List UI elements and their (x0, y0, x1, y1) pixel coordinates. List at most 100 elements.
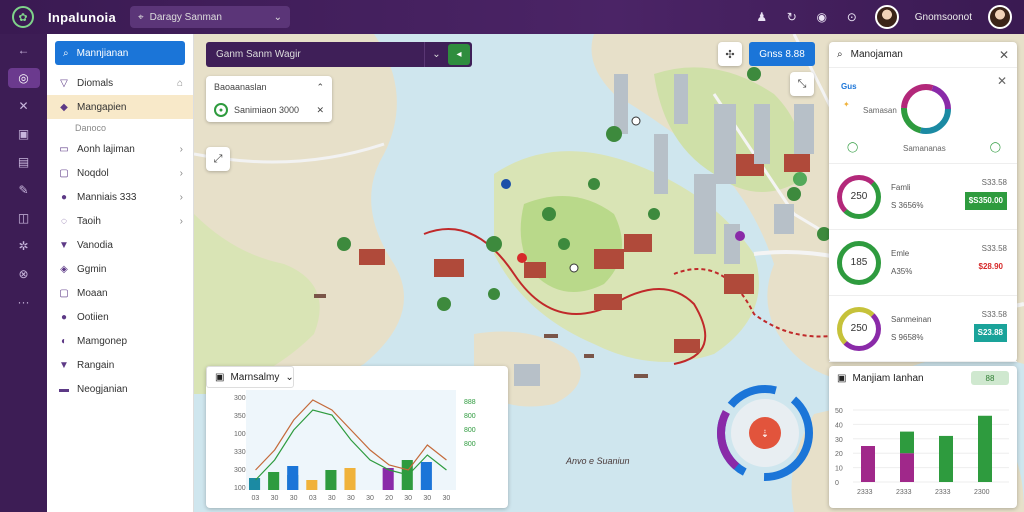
more-icon[interactable]: ··· (8, 292, 40, 312)
sidebar-item-icon: ◈ (60, 263, 68, 275)
y-tick-label: 100 (234, 485, 246, 492)
chart-bar (249, 478, 261, 490)
chart-dropdown[interactable]: ▣ Marnsalmy ⌄ (206, 366, 294, 388)
target-icon[interactable]: ⊗ (8, 264, 40, 284)
x-tick-label: 30 (366, 495, 374, 502)
sidebar-item[interactable]: ▼ Vanodia (47, 233, 193, 257)
sidebar-item-icon: ◐ (60, 335, 68, 347)
sidebar-item[interactable]: ◈ Ggmin (47, 257, 193, 281)
sidebar-item-icon: ● (60, 311, 68, 323)
route-value: Sanimiaon 3000 (234, 105, 300, 115)
route-card[interactable]: Baoaanaslan ⌃ ● Sanimiaon 3000 ✕ (206, 76, 332, 122)
sidebar-item[interactable]: ▬ Neogjanian (47, 377, 193, 401)
sidebar-item[interactable]: ▢ Moaan (47, 281, 193, 305)
back-arrow-icon[interactable]: ← (8, 40, 40, 60)
stat-ring-value: 250 (850, 191, 868, 202)
sidebar-item[interactable]: ▭ Aonh lajiman › (47, 137, 193, 161)
sidebar-item-label: Mamgonep (77, 335, 128, 347)
chevron-up-icon[interactable]: ⌃ (316, 82, 324, 93)
sidebar-item[interactable]: ◌ Taoih › (47, 209, 193, 233)
map-search-text: Ganm Sanm Wagir (216, 49, 301, 60)
close-icon[interactable]: ✕ (316, 105, 324, 116)
bell-icon[interactable]: ♟ (755, 10, 769, 24)
sidebar-item-icon: ▬ (59, 383, 69, 395)
close-icon[interactable]: ✕ (999, 48, 1009, 62)
sidebar-item-label: Moaan (77, 287, 108, 299)
sidebar-item-icon: ▼ (59, 359, 69, 371)
sidebar-item[interactable]: ◐ Mamgonep (47, 329, 193, 353)
traffic-chart-card: ▣ Marnsalmy ⌄ 300 350 100 330 300 100 03 30 30 03… (206, 366, 508, 508)
compass-dial[interactable]: ⇣ (716, 384, 814, 482)
sidebar-item[interactable]: ● Ootiien (47, 305, 193, 329)
y-tick-label: 300 (234, 467, 246, 474)
chart-bar (420, 462, 432, 490)
fullscreen-icon[interactable]: ⤡ (790, 72, 814, 96)
avatar-secondary[interactable] (988, 5, 1012, 29)
sidebar-item-icon: ● (60, 191, 68, 203)
map-place-label: Anvo e Suaniun (566, 456, 630, 466)
map-search-bar[interactable]: Ganm Sanm Wagir ⌄ ◂ (206, 42, 472, 67)
logo-icon[interactable]: ✿ (12, 6, 34, 28)
sidebar-item[interactable]: ▢ Noqdol › (47, 161, 193, 185)
sidebar-search[interactable]: ⌕ Mannjianan (55, 41, 185, 65)
x-tick-label: 2333 (935, 489, 951, 496)
avatar[interactable] (874, 5, 899, 29)
close-icon[interactable]: ✕ (997, 74, 1007, 88)
svg-text:⇣: ⇣ (761, 429, 769, 440)
map-action-button[interactable]: Gnss 8.88 (749, 42, 815, 66)
sidebar-item[interactable]: ◆ Mangapien (47, 95, 193, 119)
bar-chart: 50 40 30 20 10 0 2333 2333 2333 2300 (835, 408, 1009, 496)
legend-label: 800 (464, 427, 476, 434)
sidebar-item-label: Mangapien (77, 101, 127, 113)
overview-label-top: Gus (841, 82, 857, 91)
y-tick-label: 0 (835, 480, 839, 487)
y-tick-label: 10 (835, 466, 843, 473)
y-tick-label: 50 (835, 408, 843, 415)
stat-row[interactable]: 250 Famli S 3656% S33.58 $S350.00 (829, 164, 1017, 230)
draw-icon[interactable]: ✎ (8, 180, 40, 200)
panel-title: Manojaman (850, 49, 903, 60)
sidebar-item[interactable]: ● Manniais 333 › (47, 185, 193, 209)
image-icon[interactable]: ▣ (8, 124, 40, 144)
layers-icon[interactable]: ◎ (7, 68, 40, 88)
sidebar-item[interactable]: ▽ Diomals ⌂ (47, 71, 193, 95)
stat-right-top: S33.58 (981, 178, 1007, 187)
chart-bar (306, 480, 318, 490)
sidebar-item-icon: ▼ (59, 239, 69, 251)
chart-bar (939, 435, 953, 482)
image-icon: ▣ (215, 371, 225, 383)
legend-label: 800 (464, 413, 476, 420)
settings-icon[interactable]: ⊙ (845, 10, 859, 24)
expand-icon[interactable]: ⤢ (206, 147, 230, 171)
measure-icon[interactable]: ✕ (8, 96, 40, 116)
user-name: Gnomsoonot (914, 11, 972, 23)
sidebar-item-icon: ◌ (61, 215, 67, 227)
stat-row[interactable]: 250 Sanmeinan S 9658% S33.58 S23.88 (829, 296, 1017, 362)
sidebar-subitem[interactable]: Danoco (47, 119, 193, 137)
chevron-down-icon[interactable]: ⌄ (424, 42, 448, 67)
help-icon[interactable]: ◉ (815, 10, 829, 24)
route-label: Baoaanaslan (214, 82, 267, 92)
chevron-right-icon: › (179, 215, 183, 227)
locate-icon[interactable]: ✣ (718, 42, 742, 66)
document-icon[interactable]: ▤ (8, 152, 40, 172)
bar-chart-toggle[interactable]: 88 (971, 371, 1009, 385)
sidebar-item-label: Manniais 333 (77, 191, 137, 203)
location-icon: ⌖ (138, 11, 144, 23)
refresh-icon[interactable]: ↻ (785, 10, 799, 24)
sidebar-item-label: Rangain (77, 359, 115, 371)
top-search-dropdown[interactable]: ⌖ Daragy Sanman ⌄ (130, 6, 290, 28)
x-tick-label: 30 (404, 495, 412, 502)
panel-icon[interactable]: ◫ (8, 208, 40, 228)
chart-bar (900, 431, 914, 454)
x-tick-label: 03 (252, 495, 260, 502)
globe-icon[interactable]: ✲ (8, 236, 40, 256)
x-tick-label: 2333 (857, 489, 873, 496)
stat-value-badge: S23.88 (973, 324, 1007, 342)
chart-bar (325, 470, 337, 490)
sidebar-item-label: Diomals (77, 77, 114, 89)
go-arrow-icon[interactable]: ◂ (448, 44, 470, 65)
stat-row[interactable]: 185 Emle A35% S33.58 $28.90 (829, 230, 1017, 296)
x-tick-label: 20 (385, 495, 393, 502)
sidebar-item[interactable]: ▼ Rangain (47, 353, 193, 377)
